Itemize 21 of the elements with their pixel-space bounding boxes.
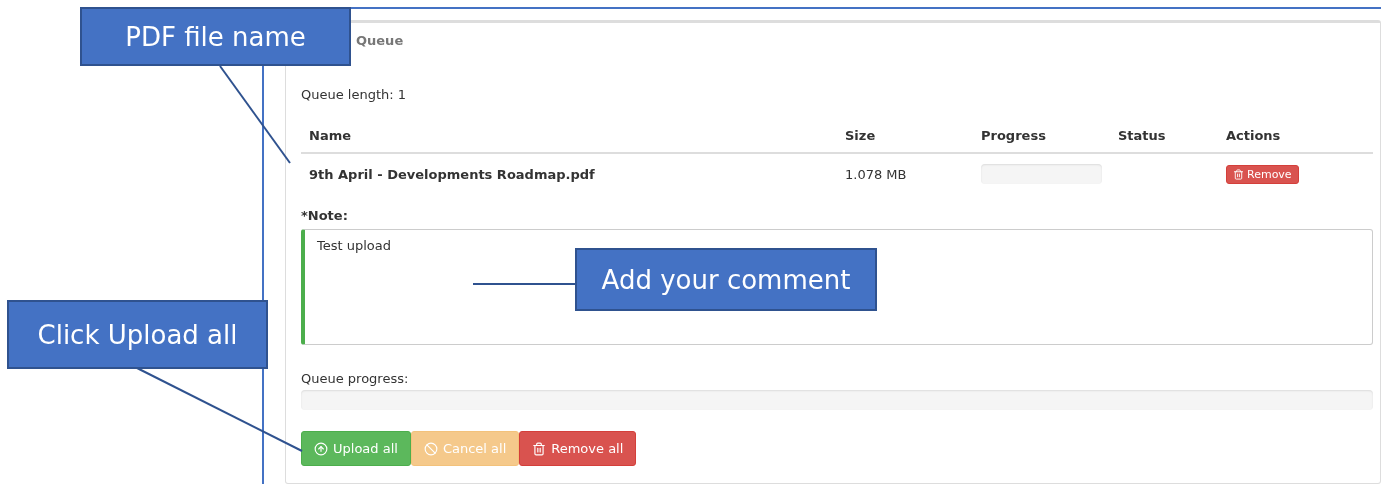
column-header: Actions: [1218, 122, 1373, 154]
upload-icon: [314, 441, 328, 456]
callout-label: PDF file name: [80, 7, 351, 66]
column-header: Size: [837, 122, 973, 154]
remove-all-button[interactable]: Remove all: [519, 431, 637, 466]
ban-icon: [423, 441, 438, 456]
remove-button[interactable]: Remove: [1226, 164, 1299, 184]
column-header: Progress: [973, 122, 1110, 154]
file-name: 9th April - Developments Roadmap.pdf: [308, 165, 596, 184]
callout-label: Click Upload all: [7, 300, 268, 369]
trash-icon: [1233, 168, 1244, 180]
note-label: *Note:: [301, 208, 349, 223]
callout-label: Add your comment: [575, 248, 877, 311]
panel-title: Queue: [356, 33, 404, 48]
upload-all-button[interactable]: Upload all: [301, 431, 411, 466]
file-size: 1.078 MB: [844, 165, 908, 184]
column-header: Status: [1110, 122, 1218, 154]
queue-progress-label: Queue progress:: [301, 371, 410, 386]
queue-length: Queue length: 1: [301, 87, 408, 102]
trash-icon: [532, 441, 547, 456]
column-header: Name: [301, 122, 837, 154]
